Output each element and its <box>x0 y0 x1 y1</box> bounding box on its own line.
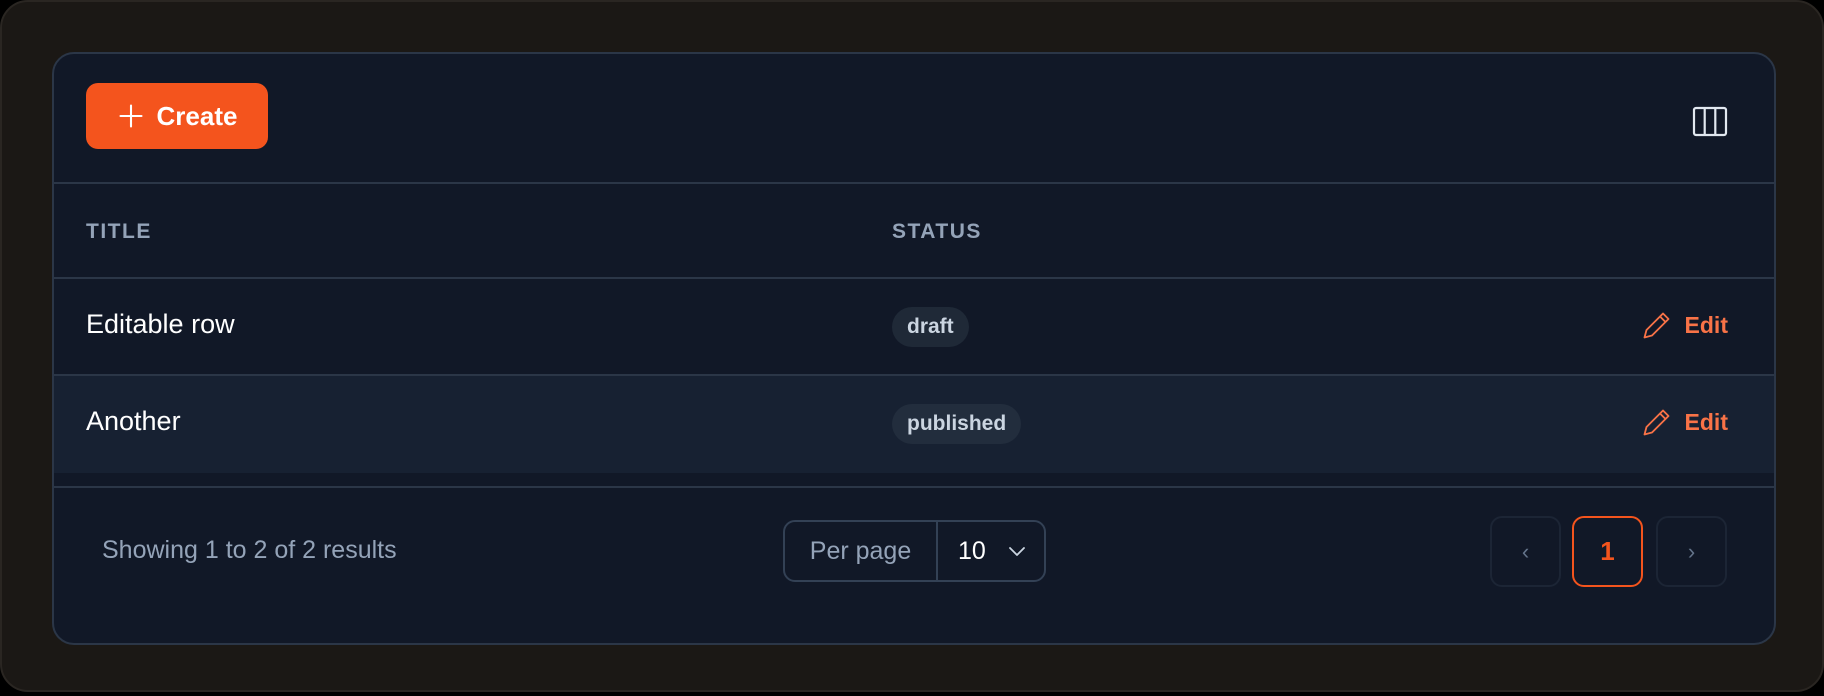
edit-button[interactable]: Edit <box>1641 309 1728 341</box>
column-header-title[interactable]: TITLE <box>86 220 152 244</box>
per-page-value: 10 <box>958 536 986 565</box>
pencil-icon <box>1643 409 1669 436</box>
table-header: TITLE STATUS <box>54 184 1774 279</box>
plus-icon <box>118 104 143 128</box>
edit-button-label: Edit <box>1684 408 1728 435</box>
create-button[interactable]: Create <box>86 83 268 149</box>
status-badge: published <box>892 404 1022 444</box>
row-title: Editable row <box>86 309 235 339</box>
per-page-label: Per page <box>785 522 938 580</box>
row-title: Another <box>86 406 181 436</box>
window-frame: Create TITLE STATUS Editable row draft E… <box>0 0 1824 692</box>
column-header-status[interactable]: STATUS <box>892 220 982 244</box>
create-button-label: Create <box>156 100 238 131</box>
status-badge: draft <box>892 307 969 347</box>
results-summary: Showing 1 to 2 of 2 results <box>102 536 397 564</box>
table-row[interactable]: Another published Edit <box>54 376 1774 473</box>
table-toolbar: Create <box>54 54 1774 184</box>
table-card: Create TITLE STATUS Editable row draft E… <box>52 52 1776 645</box>
columns-icon[interactable] <box>1690 102 1730 142</box>
table-row[interactable]: Editable row draft Edit <box>54 279 1774 376</box>
previous-page-button[interactable]: ‹ <box>1490 516 1561 587</box>
edit-button-label: Edit <box>1684 311 1728 338</box>
page-1-button[interactable]: 1 <box>1572 516 1643 587</box>
per-page-select[interactable]: 10 <box>938 522 1044 580</box>
table-footer: Showing 1 to 2 of 2 results Per page 10 … <box>54 486 1774 643</box>
next-page-button[interactable]: › <box>1656 516 1727 587</box>
chevron-down-icon <box>1008 547 1025 556</box>
edit-button[interactable]: Edit <box>1641 406 1728 438</box>
pencil-icon <box>1643 312 1669 339</box>
per-page-control: Per page 10 <box>783 520 1046 582</box>
